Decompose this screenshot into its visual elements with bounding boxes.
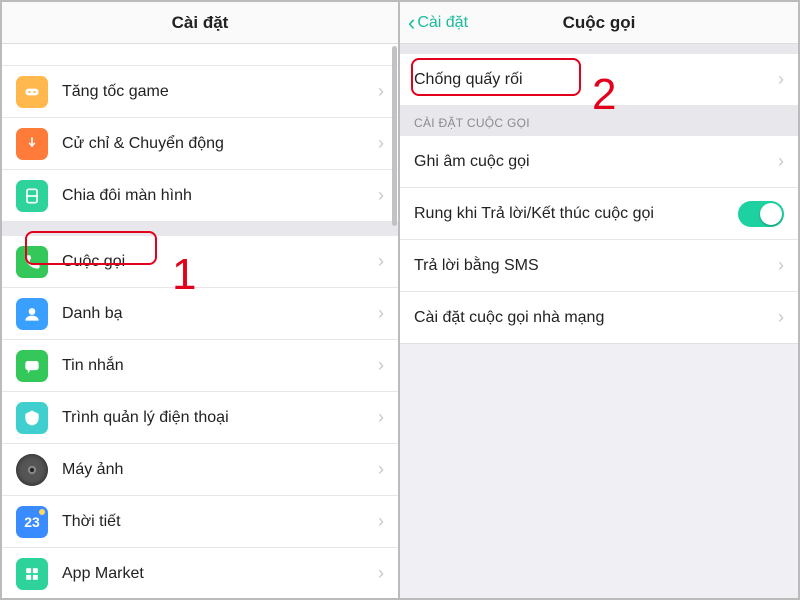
row-call-recording[interactable]: Ghi âm cuộc gọi ›	[400, 136, 798, 188]
back-button[interactable]: ‹ Cài đặt	[408, 2, 468, 44]
row-vibrate-answer-end[interactable]: Rung khi Trả lời/Kết thúc cuộc gọi	[400, 188, 798, 240]
row-messages[interactable]: Tin nhắn ›	[2, 340, 398, 392]
right-title: Cuộc gọi	[563, 13, 636, 33]
row-call[interactable]: Cuộc gọi ›	[2, 236, 398, 288]
row-label: Cử chỉ & Chuyển động	[62, 135, 378, 153]
left-title: Cài đặt	[172, 13, 229, 33]
row-game-boost[interactable]: Tăng tốc game ›	[2, 66, 398, 118]
chevron-right-icon: ›	[378, 133, 384, 154]
row-split-screen[interactable]: Chia đôi màn hình ›	[2, 170, 398, 222]
row-label: Trình quản lý điện thoại	[62, 409, 378, 427]
toggle-vibrate[interactable]	[738, 201, 784, 227]
chevron-right-icon: ›	[378, 251, 384, 272]
row-label: Máy ảnh	[62, 461, 378, 479]
camera-icon	[16, 454, 48, 486]
row-label: Rung khi Trả lời/Kết thúc cuộc gọi	[414, 205, 738, 223]
row-label: Chia đôi màn hình	[62, 187, 378, 205]
weather-badge: 23	[24, 514, 40, 530]
row-weather[interactable]: 23 Thời tiết ›	[2, 496, 398, 548]
weather-icon: 23	[16, 506, 48, 538]
chevron-right-icon: ›	[378, 563, 384, 584]
chevron-right-icon: ›	[378, 303, 384, 324]
chevron-right-icon: ›	[778, 307, 784, 328]
chevron-left-icon: ‹	[408, 12, 415, 34]
row-label: Thời tiết	[62, 513, 378, 531]
row-label: Chống quấy rối	[414, 71, 778, 89]
game-icon	[16, 76, 48, 108]
call-icon	[16, 246, 48, 278]
chevron-right-icon: ›	[778, 255, 784, 276]
scrollbar[interactable]	[392, 46, 397, 226]
row-anti-harassment[interactable]: Chống quấy rối ›	[400, 54, 798, 106]
call-settings-pane: ‹ Cài đặt Cuộc gọi Chống quấy rối › CÀI …	[400, 2, 798, 598]
section-header-call-settings: CÀI ĐẶT CUỘC GỌI	[400, 106, 798, 136]
market-icon	[16, 558, 48, 590]
split-icon	[16, 180, 48, 212]
row-label: Tin nhắn	[62, 357, 378, 375]
row-contacts[interactable]: Danh bạ ›	[2, 288, 398, 340]
phonemgr-icon	[16, 402, 48, 434]
row-carrier-call-settings[interactable]: Cài đặt cuộc gọi nhà mạng ›	[400, 292, 798, 344]
row-label: App Market	[62, 565, 378, 583]
row-sms-reply[interactable]: Trả lời bằng SMS ›	[400, 240, 798, 292]
settings-pane: Cài đặt Tăng tốc game › Cử chỉ & Chuyển …	[2, 2, 400, 598]
chevron-right-icon: ›	[778, 151, 784, 172]
row-app-market[interactable]: App Market ›	[2, 548, 398, 598]
chevron-right-icon: ›	[378, 511, 384, 532]
message-icon	[16, 350, 48, 382]
chevron-right-icon: ›	[378, 355, 384, 376]
partial-top-row	[2, 44, 398, 66]
chevron-right-icon: ›	[378, 407, 384, 428]
gesture-icon	[16, 128, 48, 160]
row-label: Tăng tốc game	[62, 83, 378, 101]
row-label: Danh bạ	[62, 305, 378, 323]
contacts-icon	[16, 298, 48, 330]
chevron-right-icon: ›	[778, 69, 784, 90]
settings-list[interactable]: Tăng tốc game › Cử chỉ & Chuyển động › C…	[2, 44, 398, 598]
row-label: Ghi âm cuộc gọi	[414, 153, 778, 171]
row-camera[interactable]: Máy ảnh ›	[2, 444, 398, 496]
row-gestures[interactable]: Cử chỉ & Chuyển động ›	[2, 118, 398, 170]
call-list: Chống quấy rối › CÀI ĐẶT CUỘC GỌI Ghi âm…	[400, 44, 798, 598]
gap	[400, 44, 798, 54]
group-divider	[2, 222, 398, 236]
row-label: Trả lời bằng SMS	[414, 257, 778, 275]
row-label: Cuộc gọi	[62, 253, 378, 271]
chevron-right-icon: ›	[378, 459, 384, 480]
right-header: ‹ Cài đặt Cuộc gọi	[400, 2, 798, 44]
left-header: Cài đặt	[2, 2, 398, 44]
chevron-right-icon: ›	[378, 185, 384, 206]
back-label: Cài đặt	[417, 14, 468, 32]
row-label: Cài đặt cuộc gọi nhà mạng	[414, 309, 778, 327]
chevron-right-icon: ›	[378, 81, 384, 102]
row-phone-manager[interactable]: Trình quản lý điện thoại ›	[2, 392, 398, 444]
